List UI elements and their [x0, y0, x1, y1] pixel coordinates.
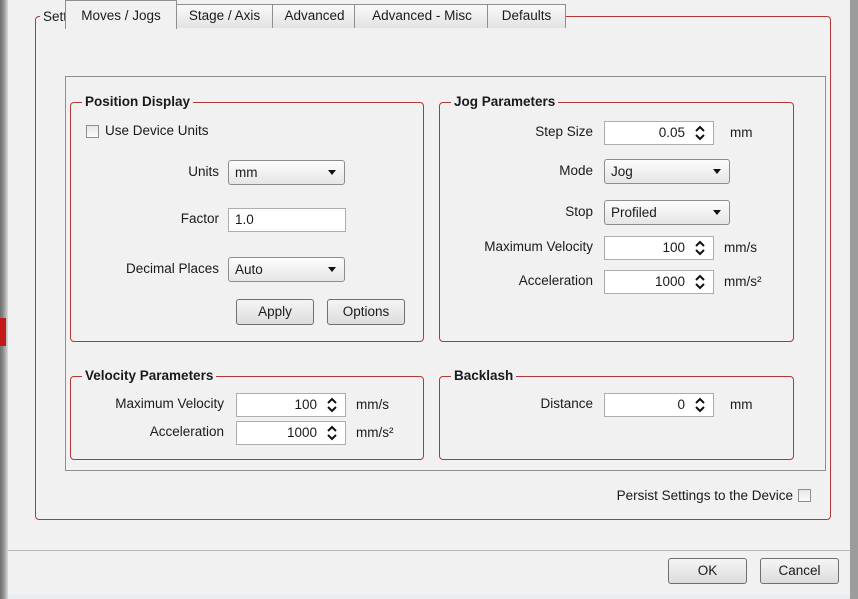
step-size-unit: mm	[730, 125, 753, 140]
stop-select-value: Profiled	[611, 205, 657, 220]
step-size-stepper[interactable]: 0.05	[604, 121, 714, 145]
chevron-down-icon	[713, 210, 721, 215]
use-device-units-checkbox[interactable]	[86, 125, 99, 138]
velocity-acceleration-stepper[interactable]: 1000	[236, 421, 346, 445]
distance-value: 0	[677, 397, 685, 412]
chevron-down-icon	[328, 267, 336, 272]
settings-dialog: Settings Moves / Jogs Stage / Axis Advan…	[8, 0, 851, 595]
decimal-places-select[interactable]: Auto	[228, 257, 345, 282]
jog-max-velocity-value: 100	[662, 240, 685, 255]
tab-stage-axis[interactable]: Stage / Axis	[174, 4, 275, 28]
tab-advanced-misc[interactable]: Advanced - Misc	[354, 4, 490, 28]
mode-label: Mode	[559, 163, 593, 178]
options-button[interactable]: Options	[327, 299, 405, 325]
distance-label: Distance	[540, 396, 593, 411]
distance-unit: mm	[730, 397, 753, 412]
jog-parameters-title: Jog Parameters	[451, 94, 559, 110]
tab-advanced[interactable]: Advanced	[272, 4, 357, 28]
tab-defaults[interactable]: Defaults	[487, 4, 566, 28]
step-size-value: 0.05	[658, 125, 685, 140]
velocity-acceleration-label: Acceleration	[149, 424, 224, 439]
chevron-down-icon	[328, 170, 336, 175]
tab-moves-jogs[interactable]: Moves / Jogs	[65, 0, 177, 29]
stop-select[interactable]: Profiled	[604, 200, 730, 225]
background-red-marker	[0, 318, 6, 346]
factor-label: Factor	[180, 211, 219, 226]
factor-input[interactable]: 1.0	[228, 208, 346, 232]
spin-arrows-icon[interactable]	[695, 240, 705, 256]
persist-settings-label: Persist Settings to the Device	[616, 488, 793, 503]
jog-max-velocity-stepper[interactable]: 100	[604, 236, 714, 260]
velocity-acceleration-value: 1000	[286, 425, 317, 440]
mode-select-value: Jog	[611, 164, 633, 179]
jog-acceleration-unit: mm/s²	[724, 274, 762, 289]
cancel-button[interactable]: Cancel	[760, 558, 839, 584]
background-window-edge	[0, 0, 8, 599]
velocity-max-velocity-unit: mm/s	[356, 397, 389, 412]
use-device-units-label: Use Device Units	[105, 123, 209, 138]
velocity-max-velocity-stepper[interactable]: 100	[236, 393, 346, 417]
velocity-max-velocity-value: 100	[294, 397, 317, 412]
jog-max-velocity-unit: mm/s	[724, 240, 757, 255]
stop-label: Stop	[565, 204, 593, 219]
jog-acceleration-value: 1000	[654, 274, 685, 289]
velocity-parameters-title: Velocity Parameters	[82, 368, 217, 384]
units-select-value: mm	[235, 165, 258, 180]
spin-arrows-icon[interactable]	[695, 397, 705, 413]
backlash-title: Backlash	[451, 368, 517, 384]
jog-acceleration-label: Acceleration	[518, 273, 593, 288]
jog-acceleration-stepper[interactable]: 1000	[604, 270, 714, 294]
spin-arrows-icon[interactable]	[327, 397, 337, 413]
spin-arrows-icon[interactable]	[327, 425, 337, 441]
mode-select[interactable]: Jog	[604, 159, 730, 184]
units-label: Units	[188, 164, 219, 179]
persist-settings-checkbox[interactable]	[798, 489, 811, 502]
velocity-parameters-group	[70, 376, 424, 460]
jog-max-velocity-label: Maximum Velocity	[484, 239, 593, 254]
spin-arrows-icon[interactable]	[695, 274, 705, 290]
decimal-places-label: Decimal Places	[125, 261, 219, 276]
dialog-divider	[8, 550, 850, 551]
velocity-acceleration-unit: mm/s²	[356, 425, 394, 440]
backlash-group	[439, 376, 794, 460]
tab-panel-moves-jogs: Position Display Use Device Units Units …	[65, 76, 826, 471]
position-display-title: Position Display	[82, 94, 194, 110]
chevron-down-icon	[713, 169, 721, 174]
units-select[interactable]: mm	[228, 160, 345, 185]
background-window-edge-right	[850, 0, 858, 599]
apply-button[interactable]: Apply	[236, 299, 314, 325]
spin-arrows-icon[interactable]	[695, 125, 705, 141]
step-size-label: Step Size	[535, 124, 593, 139]
ok-button[interactable]: OK	[668, 558, 747, 584]
decimal-places-select-value: Auto	[235, 262, 263, 277]
velocity-max-velocity-label: Maximum Velocity	[115, 396, 224, 411]
distance-stepper[interactable]: 0	[604, 393, 714, 417]
